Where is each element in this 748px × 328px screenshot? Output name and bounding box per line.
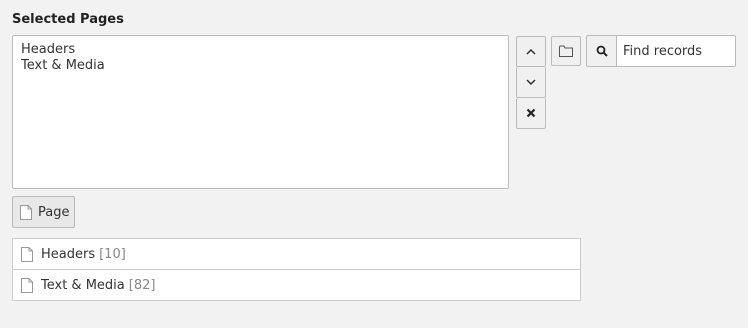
selected-item[interactable]: Headers: [21, 42, 500, 58]
selected-items-list[interactable]: Headers Text & Media: [12, 35, 509, 189]
search-button[interactable]: [586, 35, 617, 67]
record-item[interactable]: Text & Media [82]: [13, 269, 580, 300]
add-page-label: Page: [38, 204, 70, 220]
move-down-button[interactable]: [516, 67, 546, 98]
close-icon: [526, 108, 536, 118]
record-title: Headers: [41, 246, 96, 262]
page-icon: [20, 204, 32, 220]
selected-item[interactable]: Text & Media: [21, 58, 500, 74]
search-icon: [596, 45, 608, 57]
find-records-input[interactable]: [616, 35, 736, 67]
page-icon: [21, 277, 33, 293]
folder-icon: [559, 45, 573, 57]
record-item[interactable]: Headers [10]: [13, 239, 580, 269]
browse-records-button[interactable]: [551, 36, 581, 66]
remove-button[interactable]: [516, 98, 546, 129]
selected-records-list: Headers [10] Text & Media [82]: [12, 238, 581, 301]
record-title: Text & Media: [41, 277, 125, 293]
move-up-button[interactable]: [516, 36, 546, 67]
chevron-down-icon: [526, 79, 536, 85]
page-icon: [21, 246, 33, 262]
field-label: Selected Pages: [12, 12, 124, 27]
record-uid: [82]: [128, 277, 156, 293]
chevron-up-icon: [526, 48, 536, 55]
add-page-button[interactable]: Page: [12, 196, 75, 228]
record-uid: [10]: [99, 246, 126, 262]
